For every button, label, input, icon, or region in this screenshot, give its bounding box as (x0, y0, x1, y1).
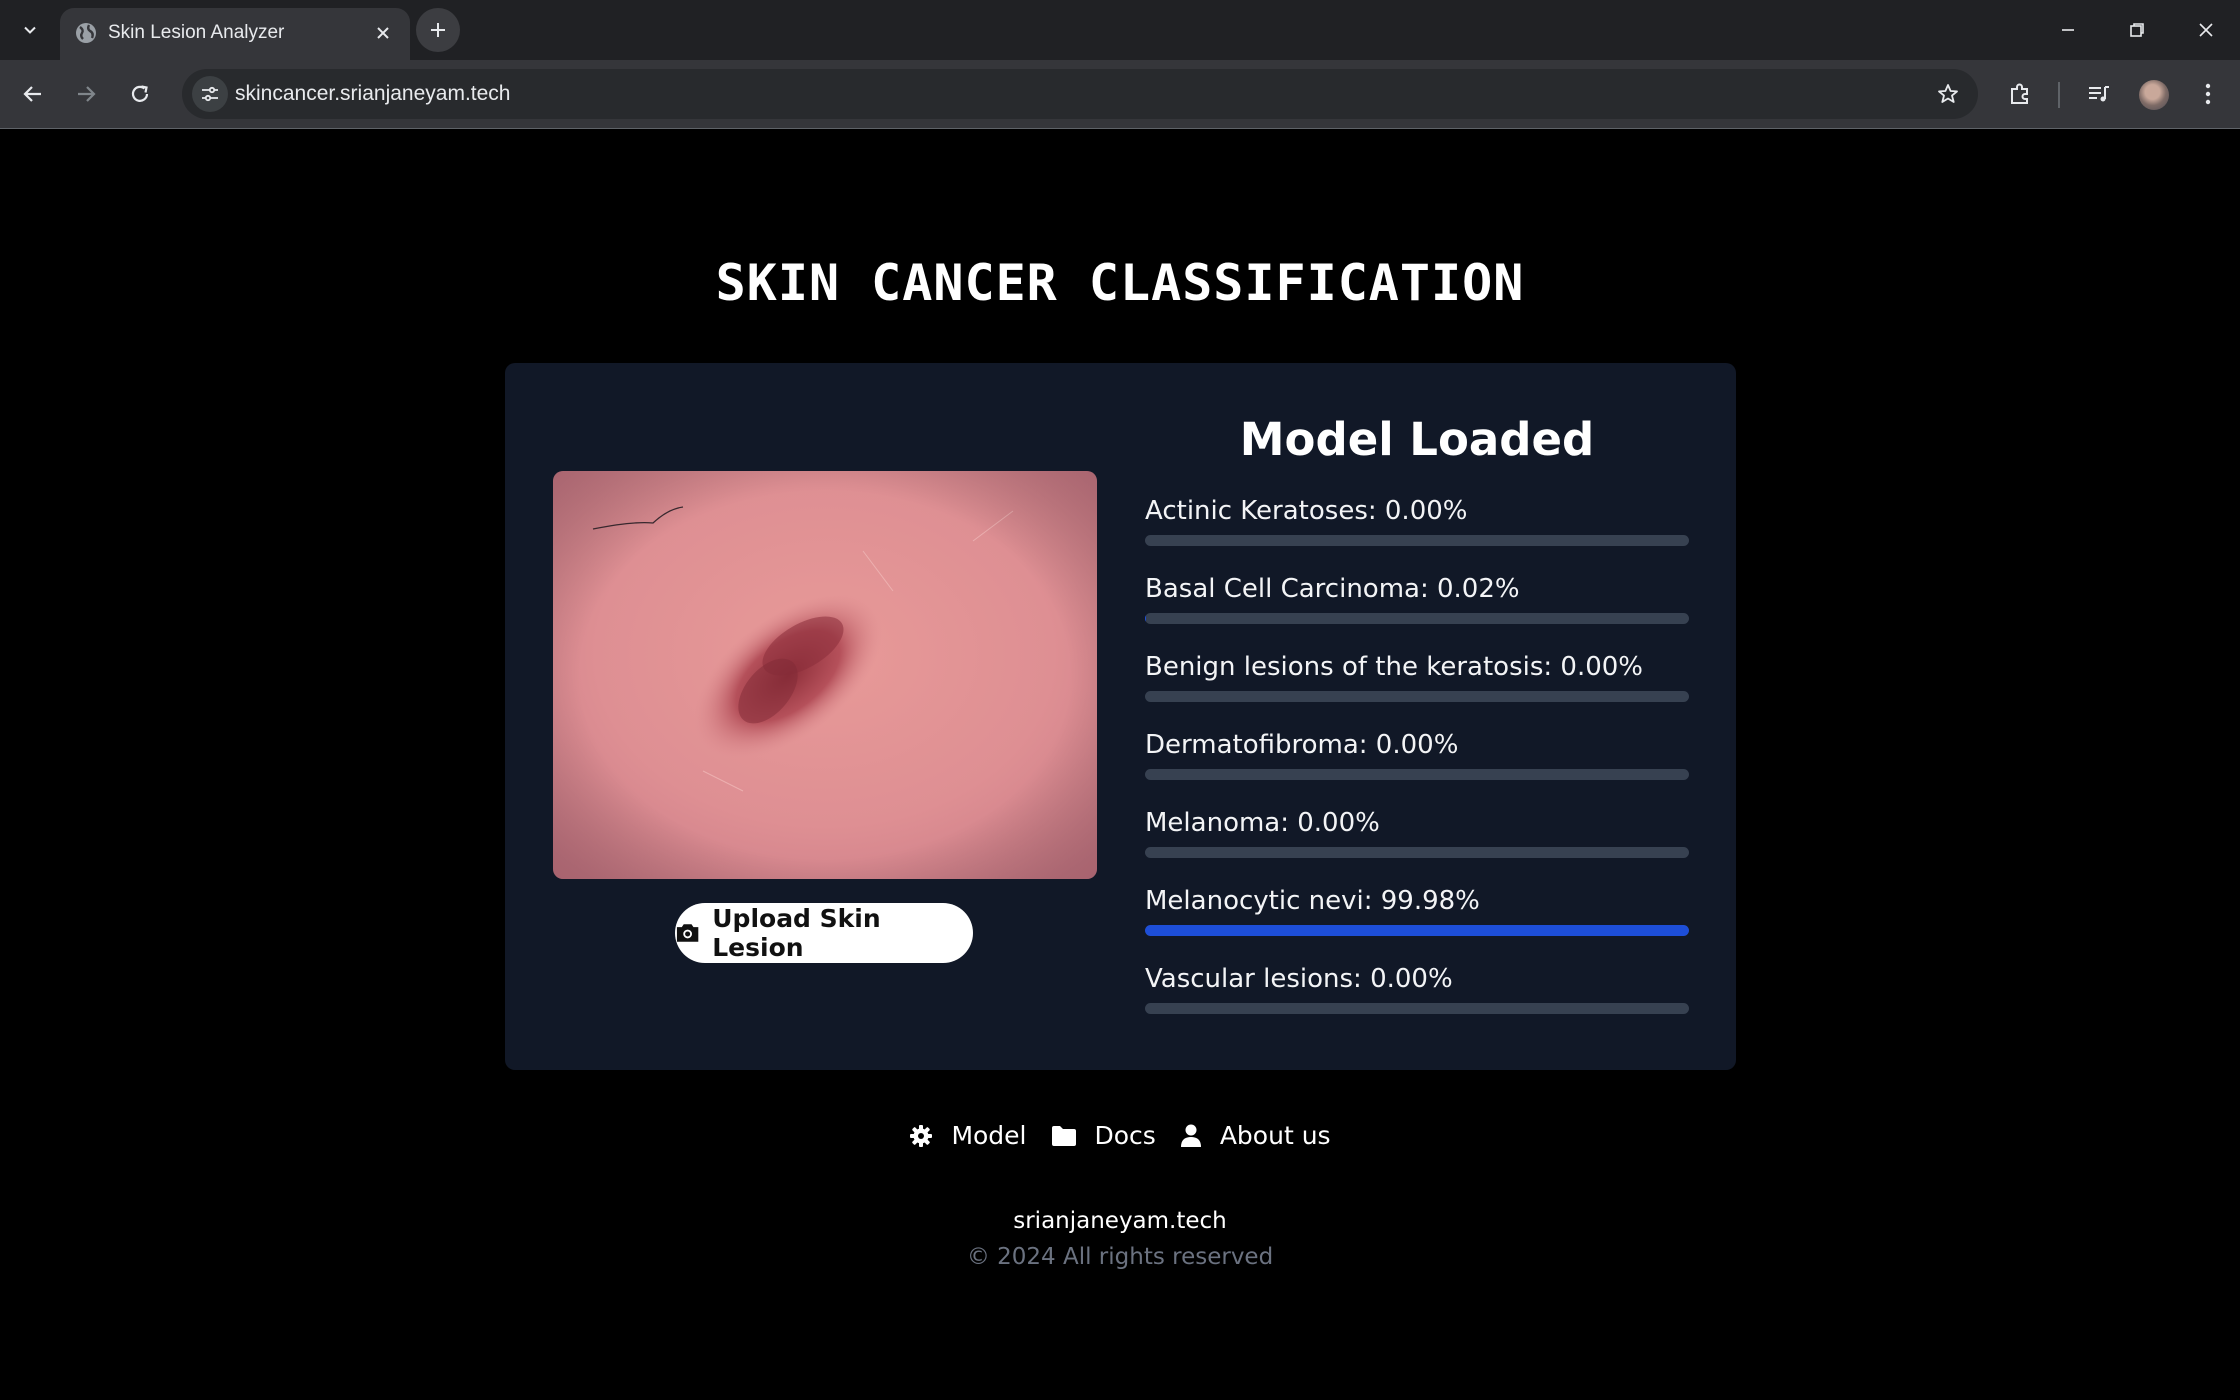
queue-music-icon (2089, 86, 2109, 102)
more-vert-icon (2205, 83, 2211, 105)
restore-icon (2130, 23, 2144, 37)
prediction-label: Vascular lesions: 0.00% (1145, 964, 1453, 994)
prediction-label: Melanoma: 0.00% (1145, 808, 1380, 838)
prediction-row: Melanoma: 0.00% (1145, 808, 1689, 878)
reload-button[interactable] (120, 74, 160, 114)
browser-tab-strip: Skin Lesion Analyzer (0, 0, 2240, 60)
minimize-button[interactable] (2042, 8, 2094, 52)
probability-track (1145, 769, 1689, 780)
tab-search-button[interactable] (14, 14, 46, 46)
footer-link-label: About us (1219, 1121, 1331, 1150)
bookmark-button[interactable] (1932, 78, 1964, 110)
footer-link-model[interactable]: Model (909, 1121, 1027, 1150)
minimize-icon (2062, 29, 2074, 31)
close-icon (377, 27, 389, 39)
url-text[interactable]: skincancer.srianjaneyam.tech (235, 82, 510, 106)
tab-title: Skin Lesion Analyzer (108, 22, 285, 43)
user-icon (1180, 1124, 1201, 1147)
toolbar-divider (2058, 82, 2060, 108)
reload-icon (131, 85, 149, 102)
probability-track (1145, 535, 1689, 546)
globe-icon (76, 23, 96, 43)
classifier-card: Upload Skin Lesion Model Loaded Actinic … (505, 363, 1736, 1070)
star-icon (1938, 84, 1958, 103)
plus-icon (431, 23, 445, 37)
upload-label: Upload Skin Lesion (712, 904, 881, 962)
restore-button[interactable] (2111, 8, 2163, 52)
gear-icon (910, 1124, 933, 1147)
probability-track (1145, 847, 1689, 858)
prediction-row: Dermatofibroma: 0.00% (1145, 730, 1689, 800)
page-title: SKIN CANCER CLASSIFICATION (715, 254, 1525, 312)
footer-link-label: Model (951, 1121, 1027, 1150)
close-window-button[interactable] (2180, 8, 2232, 52)
forward-button[interactable] (66, 74, 106, 114)
footer-nav: Model Docs About us (0, 1121, 2240, 1150)
prediction-label: Actinic Keratoses: 0.00% (1145, 496, 1468, 526)
prediction-label: Melanocytic nevi: 99.98% (1145, 886, 1480, 916)
prediction-row: Basal Cell Carcinoma: 0.02% (1145, 574, 1689, 644)
probability-track (1145, 1003, 1689, 1014)
close-icon (2199, 23, 2213, 37)
browser-toolbar: skincancer.srianjaneyam.tech (0, 60, 2240, 129)
footer-copyright: © 2024 All rights reserved (966, 1244, 1274, 1270)
chevron-down-icon (24, 26, 36, 34)
prediction-label: Basal Cell Carcinoma: 0.02% (1145, 574, 1520, 604)
model-status: Model Loaded (1239, 413, 1595, 466)
tune-icon (202, 86, 218, 102)
prediction-row: Melanocytic nevi: 99.98% (1145, 886, 1689, 956)
extensions-button[interactable] (2000, 74, 2040, 114)
folder-icon (1051, 1125, 1076, 1146)
puzzle-icon (2011, 83, 2028, 104)
browser-menu-button[interactable] (2188, 74, 2228, 114)
probability-track (1145, 925, 1689, 936)
prediction-row: Vascular lesions: 0.00% (1145, 964, 1689, 1034)
browser-tab-active[interactable]: Skin Lesion Analyzer (60, 8, 410, 60)
probability-fill (1145, 925, 1689, 936)
upload-button[interactable]: Upload Skin Lesion (675, 903, 973, 963)
camera-icon (676, 924, 699, 942)
prediction-row: Benign lesions of the keratosis: 0.00% (1145, 652, 1689, 722)
profile-avatar[interactable] (2139, 80, 2169, 110)
media-control-button[interactable] (2079, 74, 2119, 114)
lesion-image (553, 471, 1097, 879)
site-info-button[interactable] (192, 76, 228, 112)
address-bar[interactable]: skincancer.srianjaneyam.tech (182, 69, 1978, 119)
footer-link-docs[interactable]: Docs (1051, 1121, 1156, 1150)
arrow-right-icon (78, 86, 96, 102)
footer-link-label: Docs (1094, 1121, 1156, 1150)
tab-close-button[interactable] (370, 20, 396, 46)
footer-domain: srianjaneyam.tech (1013, 1208, 1227, 1234)
prediction-row: Actinic Keratoses: 0.00% (1145, 496, 1689, 566)
probability-track (1145, 691, 1689, 702)
prediction-label: Dermatofibroma: 0.00% (1145, 730, 1459, 760)
probability-track (1145, 613, 1689, 624)
arrow-left-icon (23, 86, 41, 102)
prediction-label: Benign lesions of the keratosis: 0.00% (1145, 652, 1644, 682)
footer-link-about[interactable]: About us (1180, 1121, 1331, 1150)
new-tab-button[interactable] (416, 8, 460, 52)
back-button[interactable] (13, 74, 53, 114)
